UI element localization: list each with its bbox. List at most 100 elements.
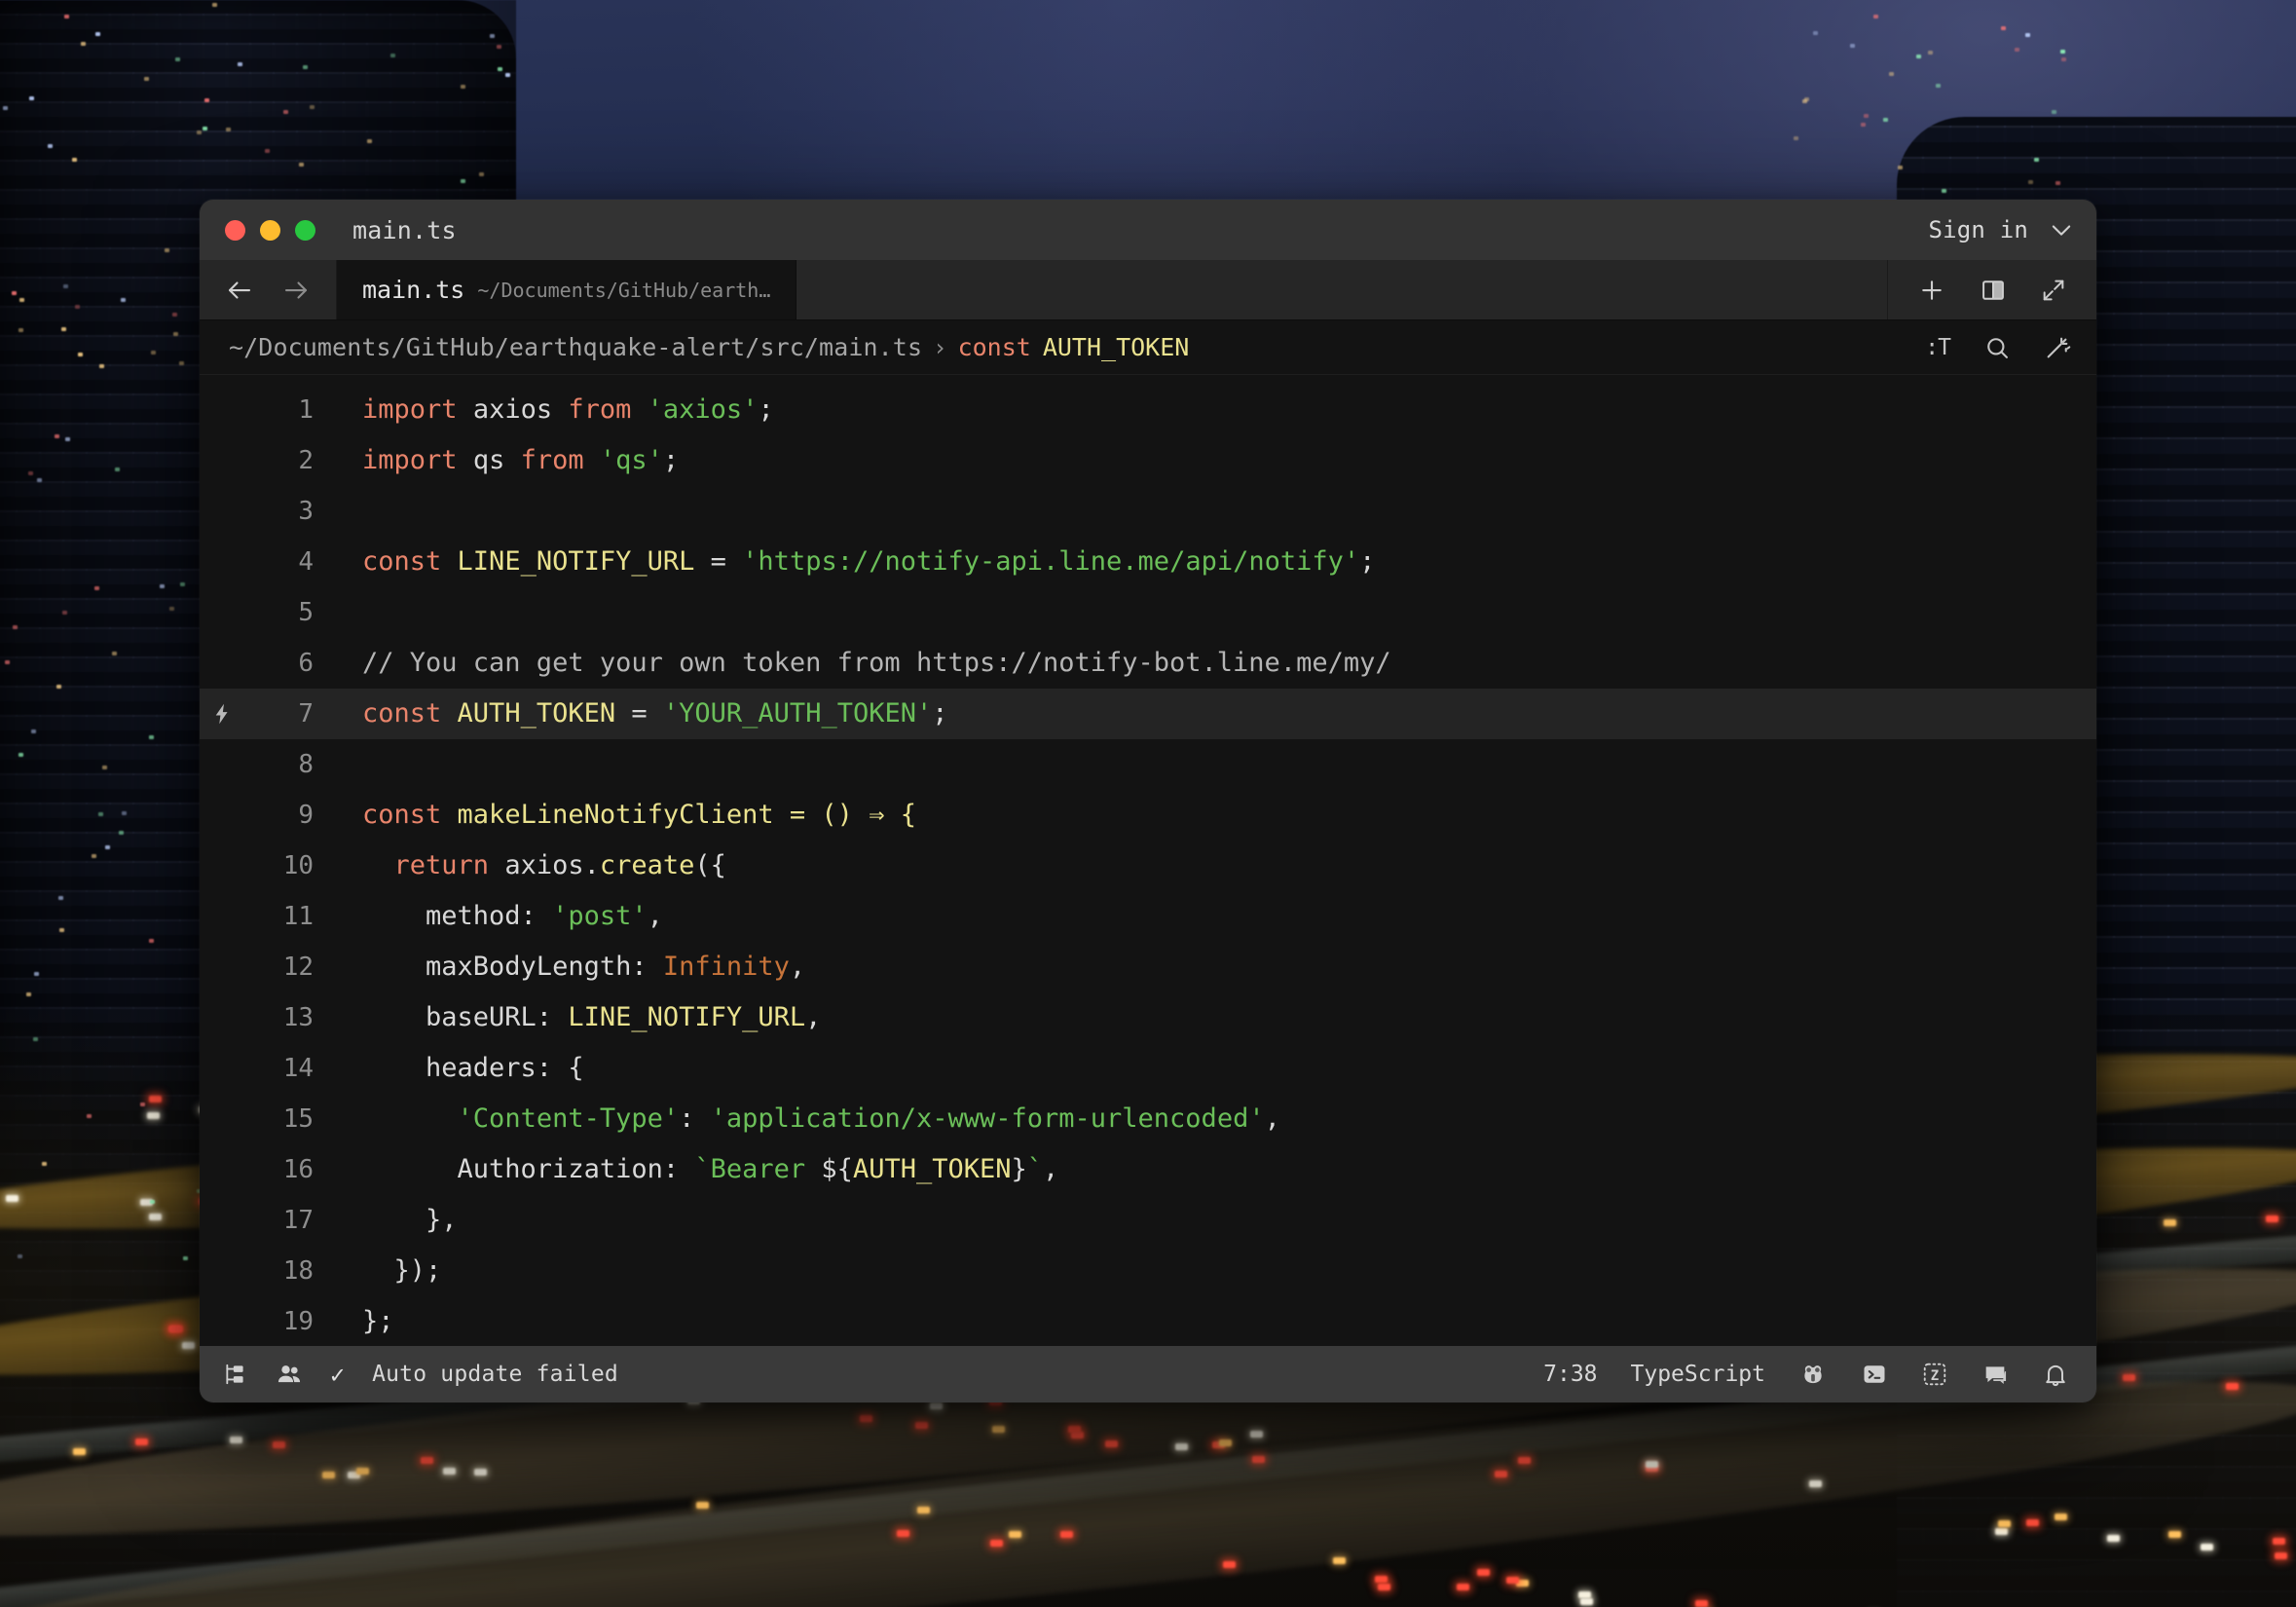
code-line[interactable]: 7 const AUTH_TOKEN = 'YOUR_AUTH_TOKEN'; [200, 689, 2096, 739]
building-window-light [54, 433, 59, 438]
code-line-text[interactable]: return axios.create({ [317, 841, 726, 891]
title-bar-actions: Sign in [1928, 216, 2075, 243]
arrow-right-icon[interactable] [281, 276, 311, 305]
line-number: 14 [282, 1054, 314, 1083]
code-line[interactable]: 11 method: 'post', [200, 891, 2096, 942]
building-window-light [479, 172, 484, 177]
building-window-light [3, 105, 9, 110]
minimize-window-button[interactable] [260, 219, 280, 241]
code-line-text[interactable]: }); [317, 1246, 442, 1296]
code-token: 'post' [552, 901, 648, 931]
vehicle-light [695, 1501, 709, 1509]
code-line[interactable]: 15 'Content-Type': 'application/x-www-fo… [200, 1094, 2096, 1144]
vehicle-light [473, 1468, 487, 1476]
building-window-light [202, 126, 207, 131]
code-line-text[interactable]: maxBodyLength: Infinity, [317, 942, 805, 992]
code-line[interactable]: 9 const makeLineNotifyClient = () ⇒ { [200, 790, 2096, 841]
tab-main-ts[interactable]: main.ts ~/Documents/GitHub/earth… [337, 260, 797, 319]
code-line-text[interactable]: // You can get your own token from https… [317, 638, 1391, 689]
code-token: , [1043, 1154, 1059, 1184]
arrow-left-icon[interactable] [225, 276, 254, 305]
building-window-light [168, 607, 174, 612]
close-window-button[interactable] [225, 219, 245, 241]
code-line[interactable]: 17 }, [200, 1195, 2096, 1246]
search-icon[interactable] [1983, 334, 2011, 361]
code-line[interactable]: 4 const LINE_NOTIFY_URL = 'https://notify… [200, 537, 2096, 587]
chevron-down-icon[interactable] [2048, 216, 2075, 243]
code-token: AUTH_TOKEN [852, 1154, 1012, 1184]
code-line-text[interactable]: Authorization: `Bearer ${AUTH_TOKEN}`, [317, 1144, 1059, 1195]
code-line-text[interactable]: method: 'post', [317, 891, 663, 942]
copilot-icon[interactable] [1798, 1360, 1828, 1389]
vehicle-light [1495, 1471, 1508, 1478]
code-line-text[interactable]: const LINE_NOTIFY_URL = 'https://notify-… [317, 537, 1375, 587]
code-line[interactable]: 12 maxBodyLength: Infinity, [200, 942, 2096, 992]
building-window-light [4, 659, 10, 664]
code-line[interactable]: 14 headers: { [200, 1043, 2096, 1094]
building-window-light [33, 1037, 39, 1042]
code-line-text[interactable]: baseURL: LINE_NOTIFY_URL, [317, 992, 821, 1043]
code-line[interactable]: 6 // You can get your own token from http… [200, 638, 2096, 689]
code-line-text[interactable]: 'Content-Type': 'application/x-www-form-… [317, 1094, 1280, 1144]
checkmark-icon[interactable]: ✓ [330, 1361, 345, 1389]
toggle-inlay-hints-icon[interactable]: :T [1925, 335, 1951, 360]
maximize-window-button[interactable] [295, 219, 315, 241]
building-window-light [2055, 180, 2060, 185]
breadcrumb-path[interactable]: ~/Documents/GitHub/earthquake-alert/src/… [229, 333, 922, 361]
code-line[interactable]: 13 baseURL: LINE_NOTIFY_URL, [200, 992, 2096, 1043]
vehicle-light [2163, 1218, 2176, 1226]
breadcrumb-symbol-name[interactable]: AUTH_TOKEN [1043, 333, 1190, 361]
vehicle-light [2274, 1552, 2287, 1560]
code-line-text[interactable]: const makeLineNotifyClient = () ⇒ { [317, 790, 916, 841]
vehicle-light [1997, 1519, 2011, 1527]
code-line[interactable]: 19}; [200, 1296, 2096, 1346]
building-window-light [461, 178, 466, 183]
code-line-text[interactable]: import qs from 'qs'; [317, 435, 679, 486]
code-line[interactable]: 8 [200, 739, 2096, 790]
code-line[interactable]: 3 [200, 486, 2096, 537]
code-line-text[interactable]: import axios from 'axios'; [317, 385, 774, 435]
sign-in-button[interactable]: Sign in [1928, 216, 2028, 243]
building-window-light [64, 436, 70, 441]
building-window-light [121, 811, 127, 816]
vehicle-light [1477, 1568, 1491, 1576]
code-line[interactable]: 5 [200, 587, 2096, 638]
project-panel-icon[interactable] [223, 1362, 248, 1387]
expand-icon[interactable] [2040, 277, 2067, 304]
code-line-text[interactable]: headers: { [317, 1043, 584, 1094]
code-editor[interactable]: 1 import axios from 'axios'; 2 import qs fr… [200, 375, 2096, 1346]
collaboration-icon[interactable] [276, 1361, 303, 1388]
code-line-text[interactable]: const AUTH_TOKEN = 'YOUR_AUTH_TOKEN'; [317, 689, 948, 739]
zed-assistant-icon[interactable]: Z [1921, 1361, 1948, 1388]
chat-bubble-icon[interactable] [1981, 1361, 2009, 1388]
code-token: , [789, 952, 806, 982]
building-window-light [172, 312, 178, 317]
building-window-light [309, 105, 315, 110]
window-title: main.ts [352, 215, 457, 244]
code-line[interactable]: 16 Authorization: `Bearer ${AUTH_TOKEN}`… [200, 1144, 2096, 1195]
code-token: 'https://notify-api.line.me/api/notify' [742, 546, 1360, 577]
bell-icon[interactable] [2042, 1361, 2069, 1388]
vehicle-light [2055, 1513, 2068, 1520]
editor-window: main.ts Sign in main.ts ~/Documents/GitH… [200, 200, 2096, 1402]
vehicle-light [230, 1436, 243, 1443]
code-line[interactable]: 10 return axios.create({ [200, 841, 2096, 891]
lightning-bolt-icon[interactable] [200, 701, 244, 727]
building-window-light [1802, 98, 1808, 103]
split-pane-icon[interactable] [1980, 277, 2007, 304]
code-line-text[interactable]: }, [317, 1195, 458, 1246]
language-label[interactable]: TypeScript [1631, 1362, 1765, 1387]
code-line-text[interactable]: }; [317, 1296, 394, 1346]
building-window-light [1872, 15, 1878, 19]
magic-wand-icon[interactable] [2044, 334, 2071, 361]
plus-icon[interactable] [1917, 276, 1946, 305]
code-line[interactable]: 2 import qs from 'qs'; [200, 435, 2096, 486]
code-token: from [520, 445, 584, 475]
code-line[interactable]: 18 }); [200, 1246, 2096, 1296]
code-token: 'Content-Type' [457, 1103, 680, 1134]
terminal-icon[interactable] [1861, 1361, 1888, 1388]
code-line[interactable]: 1 import axios from 'axios'; [200, 385, 2096, 435]
building-window-light [150, 351, 156, 355]
